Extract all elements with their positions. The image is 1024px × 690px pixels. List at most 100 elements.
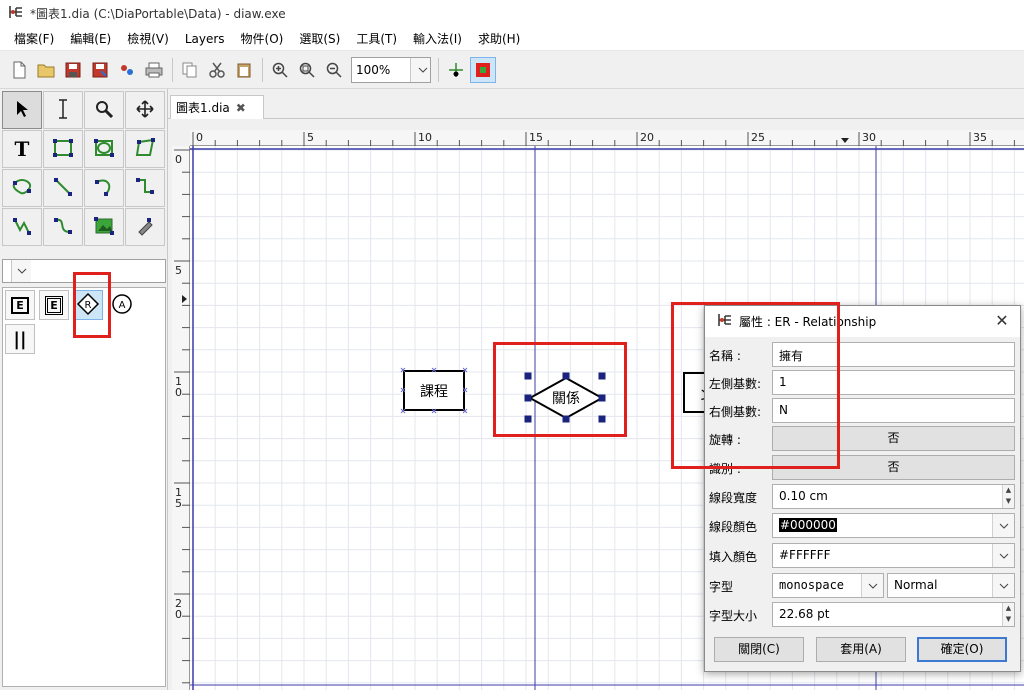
zigzag-tool[interactable] (125, 169, 165, 207)
box-icon (52, 138, 74, 161)
prop-left-cardinality-label: 左側基數: (709, 377, 762, 391)
tab-diagram[interactable]: 圖表1.dia ✖ (170, 95, 264, 119)
image-icon (93, 216, 115, 239)
entity-shape[interactable]: E (5, 290, 35, 320)
ok-button[interactable]: 確定(O) (917, 637, 1007, 662)
menu-layers[interactable]: Layers (177, 28, 233, 50)
prop-name-input[interactable]: 擁有 (772, 342, 1015, 367)
chevron-down-icon[interactable] (992, 514, 1014, 537)
attribute-shape[interactable]: A (107, 290, 137, 320)
box-tool[interactable] (43, 130, 83, 168)
ruler-tick-label: 30 (862, 131, 876, 144)
ellipse-icon (93, 138, 115, 161)
cut-icon[interactable] (204, 57, 230, 83)
window-title: *圖表1.dia (C:\DiaPortable\Data) - diaw.ex… (30, 7, 286, 21)
relationship-shape[interactable]: R (73, 290, 103, 320)
svg-text:A: A (119, 300, 126, 311)
beziergon-tool[interactable] (2, 169, 42, 207)
menu-objects[interactable]: 物件(O) (233, 28, 292, 50)
ellipse-tool[interactable] (84, 130, 124, 168)
zoom-value: 100% (356, 62, 391, 77)
prop-identifying-toggle[interactable]: 否 (772, 455, 1015, 480)
prop-rotate-label: 旋轉 : (709, 433, 741, 447)
line-tool[interactable] (43, 169, 83, 207)
export-icon[interactable] (114, 57, 140, 83)
prop-font-style-value: Normal (894, 578, 938, 592)
zoom-select[interactable]: 100% (351, 56, 431, 83)
menu-bar: 檔案(F) 編輯(E) 檢視(V) Layers 物件(O) 選取(S) 工具(… (0, 27, 1024, 51)
vertical-ruler: 05101520 (172, 146, 190, 690)
prop-font-style-select[interactable]: Normal (887, 573, 1015, 598)
sheet-selector[interactable]: ER (2, 259, 166, 283)
spin-arrows-icon[interactable]: ▲ ▼ (1002, 485, 1014, 508)
chevron-down-icon[interactable] (861, 574, 883, 597)
chevron-down-icon[interactable] (11, 260, 31, 282)
ruler-tick-label: 0 (196, 131, 203, 144)
prop-line-width-row: 線段寬度 0.10 cm ▲ ▼ (705, 482, 1020, 511)
close-icon[interactable]: ✕ (994, 313, 1010, 329)
paste-icon[interactable] (231, 57, 257, 83)
new-file-icon[interactable] (6, 57, 32, 83)
prop-right-cardinality-label: 右側基數: (709, 405, 762, 419)
arc-tool[interactable] (84, 169, 124, 207)
menu-edit[interactable]: 編輯(E) (62, 28, 119, 50)
menu-help[interactable]: 求助(H) (470, 28, 528, 50)
menu-file[interactable]: 檔案(F) (6, 28, 62, 50)
text-cursor-icon (57, 98, 69, 122)
prop-right-cardinality-input[interactable]: N (772, 398, 1015, 423)
close-button[interactable]: 關閉(C) (714, 637, 804, 662)
polygon-tool[interactable] (125, 130, 165, 168)
polyline-tool[interactable] (2, 208, 42, 246)
spin-arrows-icon[interactable]: ▲ ▼ (1002, 603, 1014, 626)
prop-font-label: 字型 (709, 580, 734, 594)
save-as-icon[interactable] (87, 57, 113, 83)
chevron-down-icon[interactable] (992, 544, 1014, 567)
chevron-down-icon[interactable] (410, 57, 430, 82)
pointer-tool[interactable] (2, 91, 42, 129)
ruler-tick-label: 10 (418, 131, 432, 144)
ruler-tick-label: 5 (307, 131, 314, 144)
prop-rotate-toggle[interactable]: 否 (772, 426, 1015, 451)
toolbox-panel: T ER E E R A || (0, 89, 168, 690)
prop-fill-color-label: 填入顏色 (709, 550, 758, 564)
bezierline-tool[interactable] (43, 208, 83, 246)
weak-entity-shape[interactable]: E (39, 290, 69, 320)
toggle-objects-icon[interactable] (470, 56, 496, 83)
image-tool[interactable] (84, 208, 124, 246)
print-icon[interactable] (141, 57, 167, 83)
zoom-out-icon[interactable] (321, 57, 347, 83)
zoom-tool[interactable] (84, 91, 124, 129)
outline-tool[interactable] (125, 208, 165, 246)
participation-shape[interactable]: || (5, 324, 35, 354)
copy-icon[interactable] (177, 57, 203, 83)
chevron-down-icon[interactable] (992, 574, 1014, 597)
prop-line-width-label: 線段寬度 (709, 491, 758, 505)
menu-select[interactable]: 選取(S) (291, 28, 348, 50)
text-tool[interactable]: T (2, 130, 42, 168)
prop-identifying-label: 識別 : (709, 462, 741, 476)
dialog-title-bar: 屬性 : ER - Relationship ✕ (705, 306, 1020, 337)
apply-button[interactable]: 套用(A) (816, 637, 906, 662)
save-icon[interactable] (60, 57, 86, 83)
prop-font-size-input[interactable]: 22.68 pt ▲ ▼ (772, 602, 1015, 627)
menu-tools[interactable]: 工具(T) (348, 28, 405, 50)
zoom-fit-icon[interactable] (294, 57, 320, 83)
prop-fill-color-select[interactable]: #FFFFFF (772, 543, 1015, 568)
outline-icon (135, 216, 155, 239)
text-edit-tool[interactable] (43, 91, 83, 129)
zoom-in-icon[interactable] (267, 57, 293, 83)
scroll-tool[interactable] (125, 91, 165, 129)
prop-font-family-value: monospace (779, 578, 845, 592)
prop-line-width-input[interactable]: 0.10 cm ▲ ▼ (772, 484, 1015, 509)
menu-input-method[interactable]: 輸入法(I) (405, 28, 470, 50)
prop-line-color-select[interactable]: #000000 (772, 513, 1015, 538)
open-folder-icon[interactable] (33, 57, 59, 83)
prop-font-family-select[interactable]: monospace (772, 573, 884, 598)
ruler-tick-label: 15 (529, 131, 543, 144)
snap-grid-icon[interactable] (443, 57, 469, 83)
ruler-tick-label: 0 (175, 153, 182, 166)
close-tab-icon[interactable]: ✖ (236, 101, 246, 115)
menu-view[interactable]: 檢視(V) (119, 28, 177, 50)
polyline-icon (12, 216, 32, 239)
prop-left-cardinality-input[interactable]: 1 (772, 370, 1015, 395)
